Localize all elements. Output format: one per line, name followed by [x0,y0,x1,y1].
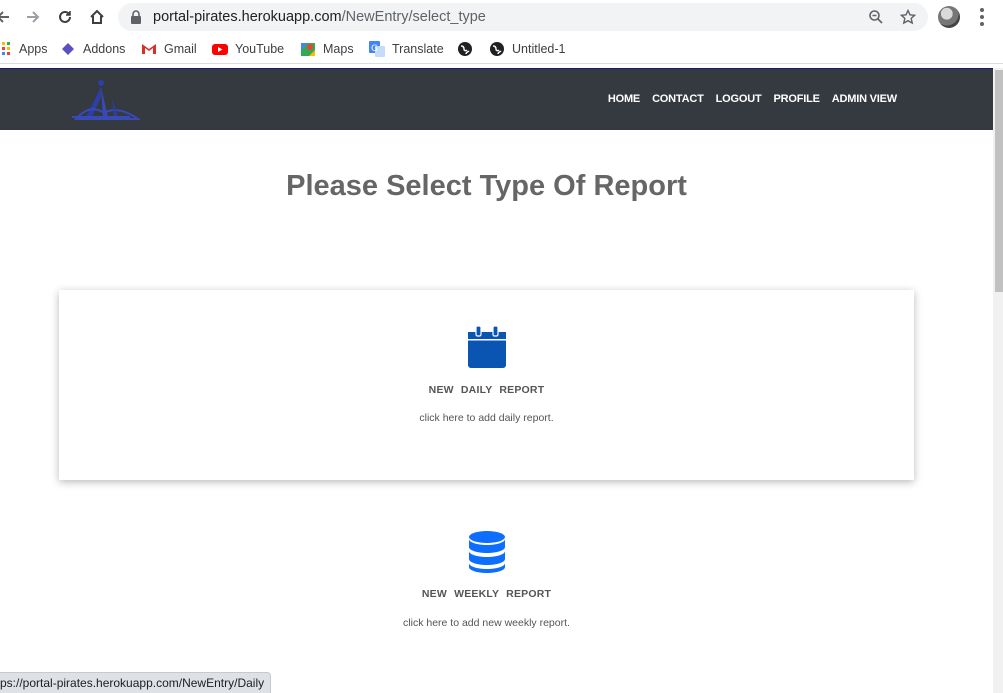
database-icon [468,531,505,573]
bookmark-label: YouTube [235,42,285,56]
reload-button[interactable] [54,6,76,28]
gmail-icon [141,41,157,57]
weekly-report-title: NEW WEEKLY REPORT [421,588,552,600]
daily-icon-wrap [59,325,914,373]
daily-report-card[interactable]: NEW DAILY REPORT click here to add daily… [59,290,914,480]
site-logo[interactable] [70,77,142,123]
nav-profile[interactable]: PROFILE [773,93,819,105]
bookmark-translate[interactable]: G Translate [369,41,444,57]
bookmark-maps[interactable]: Maps [300,41,354,57]
nav-contact[interactable]: CONTACT [652,93,704,105]
globe-icon [457,41,473,57]
nav-logout[interactable]: LOGOUT [716,93,762,105]
bookmarks-bar: Apps Addons Gmail YouTube Maps G Transla… [0,34,1003,64]
bookmark-gmail[interactable]: Gmail [141,41,197,57]
address-bar[interactable]: portal-pirates.herokuapp.com/NewEntry/se… [118,3,928,31]
bookmark-label: Gmail [164,42,197,56]
bookmark-youtube[interactable]: YouTube [212,41,284,57]
forward-arrow-icon [27,11,40,23]
forward-button[interactable] [22,6,44,28]
reload-icon [59,10,71,23]
bookmark-label: Apps [19,42,48,56]
bookmark-label: Maps [323,42,354,56]
back-button[interactable] [0,6,14,28]
bookmark-label: Translate [392,42,444,56]
bookmark-untitled[interactable]: Untitled-1 [489,41,566,57]
apps-grid-icon [0,41,12,57]
browser-toolbar: portal-pirates.herokuapp.com/NewEntry/se… [0,0,1003,34]
calendar-icon [467,325,506,368]
site-navbar: HOME CONTACT LOGOUT PROFILE ADMIN VIEW [0,68,993,130]
bookmark-label: Addons [83,42,126,56]
page-scrollbar-thumb[interactable] [995,70,1003,292]
lock-icon [131,10,141,24]
youtube-icon [212,41,228,57]
nav-admin-view[interactable]: ADMIN VIEW [832,93,897,105]
daily-report-title: NEW DAILY REPORT [428,384,545,396]
addons-icon [60,41,76,57]
profile-avatar[interactable] [938,6,960,28]
weekly-report-card[interactable]: NEW WEEKLY REPORT click here to add new … [59,530,914,640]
status-bar-url: ps://portal-pirates.herokuapp.com/NewEnt… [0,672,272,693]
daily-report-description: click here to add daily report. [419,412,554,424]
maps-icon [300,41,316,57]
bookmark-star-icon[interactable] [900,9,916,25]
bookmark-label: Untitled-1 [512,42,566,56]
translate-icon: G [369,41,385,57]
svg-text:G: G [371,44,378,54]
page-title: Please Select Type Of Report [286,170,687,202]
main-nav: HOME CONTACT LOGOUT PROFILE ADMIN VIEW [596,93,897,105]
globe-icon [489,41,505,57]
zoom-icon[interactable] [868,9,884,25]
bookmark-apps[interactable]: Apps [0,41,48,57]
url-text: portal-pirates.herokuapp.com/NewEntry/se… [153,9,486,25]
home-icon [90,9,104,24]
back-arrow-icon [0,11,9,23]
weekly-report-description: click here to add new weekly report. [403,617,570,629]
nav-home[interactable]: HOME [608,93,640,105]
home-button[interactable] [86,6,108,28]
bookmark-addons[interactable]: Addons [60,41,125,57]
bookmark-globe[interactable] [457,41,480,57]
weekly-icon-wrap [59,530,914,579]
browser-menu-icon[interactable] [976,7,988,27]
